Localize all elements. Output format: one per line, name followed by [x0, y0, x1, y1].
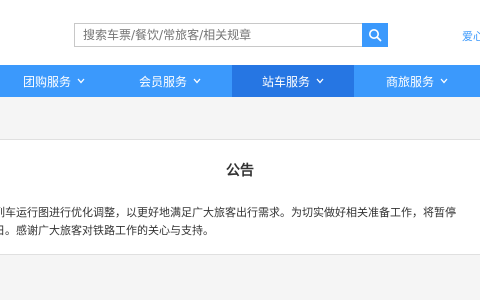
notice-text-line-1: 列车运行图进行优化调整，以更好地满足广大旅客出行需求。为切实做好相关准备工作，将… [0, 206, 456, 219]
notice-text-line-2: 日。感谢广大旅客对铁路工作的关心与支持。 [0, 224, 214, 237]
chevron-down-icon [440, 78, 448, 84]
nav-item-label: 站车服务 [261, 74, 310, 89]
notice-panel: 公告 列车运行图进行优化调整，以更好地满足广大旅客出行需求。为切实做好相关准备工… [0, 139, 480, 255]
chevron-down-icon [193, 78, 201, 84]
main-nav: 团购服务 会员服务 站车服务 商旅服务 [0, 65, 480, 97]
search-button[interactable] [362, 23, 388, 47]
chevron-down-icon [77, 78, 85, 84]
search-input[interactable] [74, 23, 371, 47]
nav-item-label: 商旅服务 [385, 74, 434, 89]
top-bar: 爱心 [0, 0, 480, 65]
chevron-down-icon [316, 78, 324, 84]
care-link[interactable]: 爱心 [462, 28, 480, 44]
nav-item-label: 团购服务 [22, 74, 71, 89]
search-icon [369, 29, 382, 42]
nav-item-member-services[interactable]: 会员服务 [108, 65, 232, 97]
nav-item-station-services[interactable]: 站车服务 [232, 65, 354, 97]
search-box [74, 23, 388, 47]
notice-title: 公告 [226, 163, 254, 179]
nav-item-group-buying[interactable]: 团购服务 [0, 65, 108, 97]
page-content: 公告 列车运行图进行优化调整，以更好地满足广大旅客出行需求。为切实做好相关准备工… [0, 97, 480, 300]
nav-item-label: 会员服务 [138, 74, 187, 89]
nav-item-business-travel[interactable]: 商旅服务 [354, 65, 480, 97]
